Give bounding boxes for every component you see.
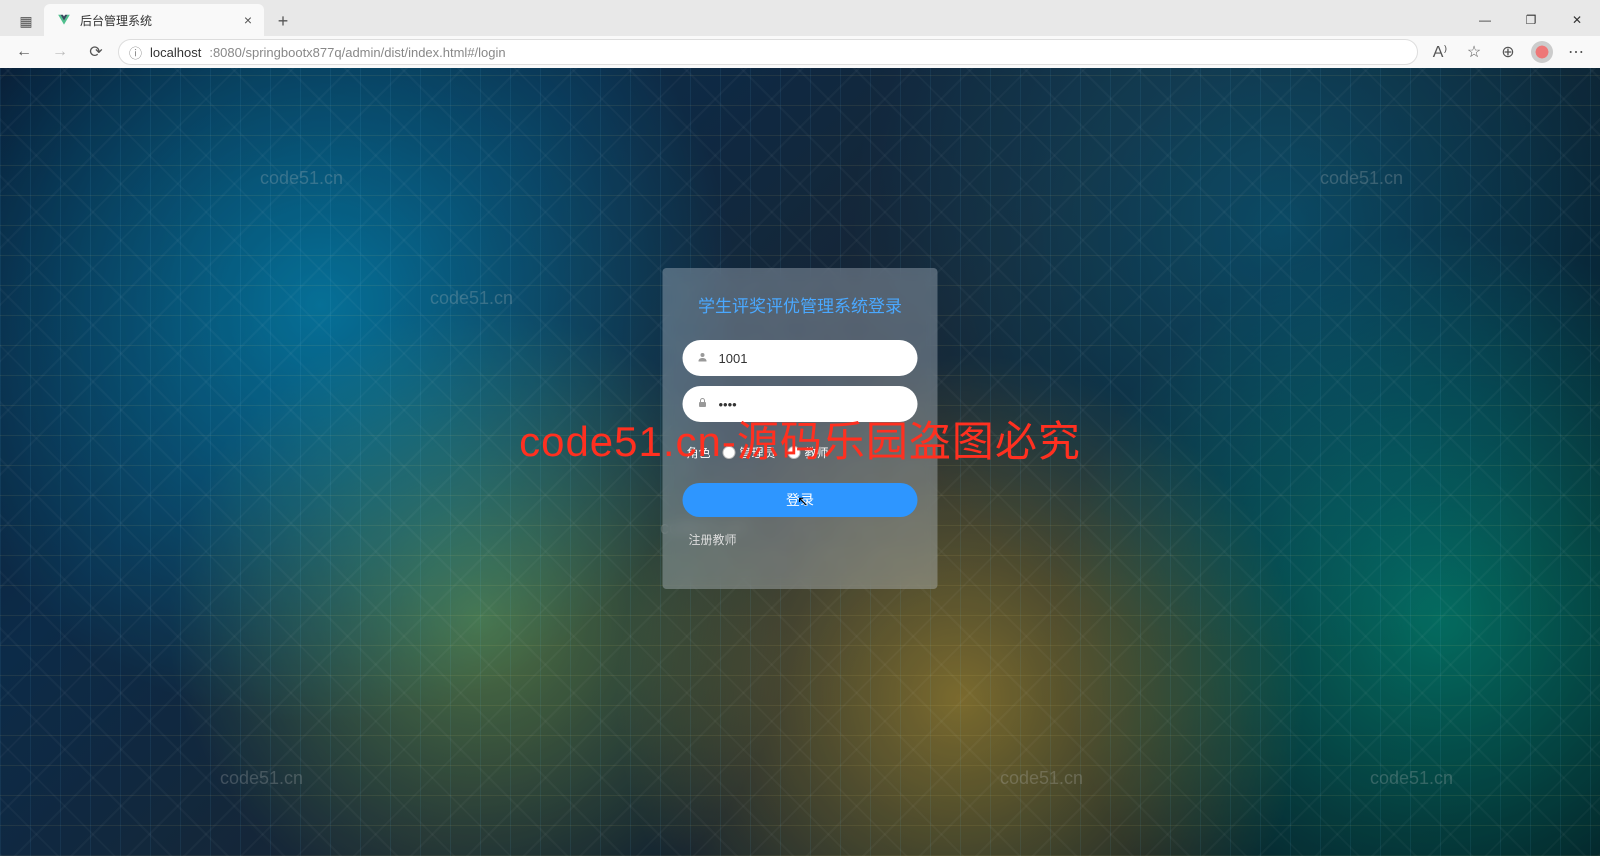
role-label: 角色 — [687, 444, 711, 461]
radio-icon — [723, 446, 736, 459]
tab-title: 后台管理系统 — [80, 12, 236, 29]
browser-tab[interactable]: 后台管理系统 × — [44, 4, 264, 36]
role-option-label: 管理员 — [740, 444, 776, 461]
tab-bar: ▦ 后台管理系统 × + — ❐ ✕ — [0, 0, 1600, 36]
login-panel: 学生评奖评优管理系统登录 角色 管理员 教师 登录 注册教师 — [663, 268, 938, 589]
login-title: 学生评奖评优管理系统登录 — [683, 293, 918, 320]
tab-close-icon[interactable]: × — [244, 12, 252, 28]
window-maximize-button[interactable]: ❐ — [1508, 4, 1554, 36]
window-minimize-button[interactable]: — — [1462, 4, 1508, 36]
window-controls: — ❐ ✕ — [1462, 4, 1600, 36]
favorites-icon[interactable]: ☆ — [1460, 38, 1488, 66]
url-input[interactable]: ⓘ localhost :8080/springbootx877q/admin/d… — [118, 39, 1418, 65]
collections-icon[interactable]: ⊕ — [1494, 38, 1522, 66]
profile-icon[interactable] — [1528, 38, 1556, 66]
password-input-group — [683, 386, 918, 422]
forward-button[interactable]: → — [46, 38, 74, 66]
menu-icon[interactable]: ⋯ — [1562, 38, 1590, 66]
url-host: localhost — [150, 45, 201, 60]
browser-chrome: ▦ 后台管理系统 × + — ❐ ✕ ← → ⟳ ⓘ localhost :808… — [0, 0, 1600, 68]
role-selection-row: 角色 管理员 教师 — [683, 432, 918, 473]
site-info-icon[interactable]: ⓘ — [129, 43, 142, 62]
password-input[interactable] — [719, 397, 904, 412]
page-content: code51.cn code51.cn code51.cn code51.cn … — [0, 68, 1600, 856]
vue-favicon-icon — [56, 12, 72, 28]
user-icon — [697, 351, 711, 365]
login-button[interactable]: 登录 — [683, 483, 918, 517]
address-bar: ← → ⟳ ⓘ localhost :8080/springbootx877q/a… — [0, 36, 1600, 68]
refresh-button[interactable]: ⟳ — [82, 38, 110, 66]
role-radio-admin[interactable]: 管理员 — [723, 444, 776, 461]
username-input[interactable] — [719, 351, 904, 366]
window-close-button[interactable]: ✕ — [1554, 4, 1600, 36]
role-option-label: 教师 — [805, 444, 829, 461]
lock-icon — [697, 397, 711, 411]
register-teacher-link[interactable]: 注册教师 — [689, 531, 737, 548]
username-input-group — [683, 340, 918, 376]
back-button[interactable]: ← — [10, 38, 38, 66]
read-aloud-icon[interactable]: A⁾ — [1426, 38, 1454, 66]
new-tab-button[interactable]: + — [268, 6, 298, 36]
role-radio-teacher[interactable]: 教师 — [788, 444, 829, 461]
tabs-panel-button[interactable]: ▦ — [8, 6, 44, 36]
url-path: :8080/springbootx877q/admin/dist/index.h… — [209, 45, 505, 60]
radio-icon — [788, 446, 801, 459]
